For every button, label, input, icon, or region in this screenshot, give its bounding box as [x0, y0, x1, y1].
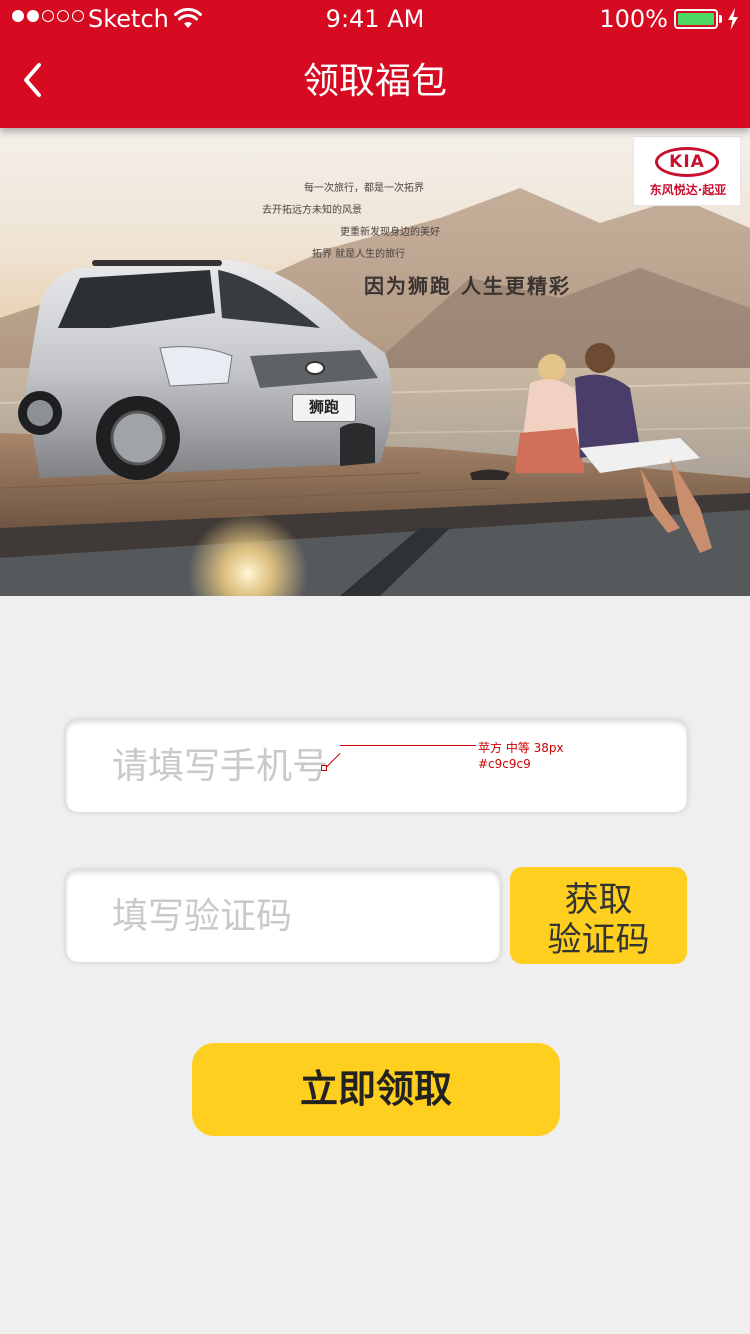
claim-button[interactable]: 立即领取	[192, 1043, 560, 1136]
poem-line: 拓界 就是人生的旅行	[312, 249, 406, 260]
status-bar: Sketch 9:41 AM 100%	[0, 0, 750, 40]
get-code-label-line2: 验证码	[547, 919, 650, 960]
annotation-font-note: 苹方 中等 38px	[478, 741, 564, 755]
license-plate: 狮跑	[292, 394, 356, 422]
poem-line: 去开拓远方未知的风景	[262, 205, 362, 216]
poem-line: 每一次旅行，都是一次拓界	[304, 183, 424, 194]
annotation-leader	[340, 745, 476, 746]
annotation-text: 苹方 中等 38px #c9c9c9	[478, 740, 564, 772]
promo-banner[interactable]: KIA 东风悦达·起亚 每一次旅行，都是一次拓界 去开拓远方未知的风景 更重新发…	[0, 128, 750, 596]
get-code-button[interactable]: 获取 验证码	[510, 867, 687, 964]
page-title: 领取福包	[302, 61, 447, 102]
battery-cap	[719, 15, 722, 23]
phone-field[interactable]	[66, 720, 687, 812]
kia-logo: KIA 东风悦达·起亚	[633, 136, 741, 206]
verification-code-field[interactable]	[66, 870, 500, 962]
get-code-label-line1: 获取	[564, 879, 633, 920]
header: Sketch 9:41 AM 100% 领取福包	[0, 0, 750, 128]
screen: Sketch 9:41 AM 100% 领取福包 KIA 东风悦达·起亚 每一次…	[0, 0, 750, 1334]
phone-input[interactable]	[66, 720, 687, 812]
annotation-color-note: #c9c9c9	[478, 757, 531, 771]
verification-code-input[interactable]	[66, 870, 500, 962]
battery-percent: 100%	[599, 5, 668, 33]
poem-line: 更重新发现身边的美好	[340, 227, 440, 238]
kia-logo-mark: KIA	[655, 147, 719, 177]
kia-logo-subtitle: 东风悦达·起亚	[649, 183, 727, 197]
battery-icon	[674, 9, 718, 29]
charging-bolt-icon	[728, 8, 738, 30]
banner-slogan: 因为狮跑 人生更精彩	[364, 274, 571, 298]
banner-poem: 每一次旅行，都是一次拓界 去开拓远方未知的风景 更重新发现身边的美好 拓界 就是…	[262, 178, 440, 266]
